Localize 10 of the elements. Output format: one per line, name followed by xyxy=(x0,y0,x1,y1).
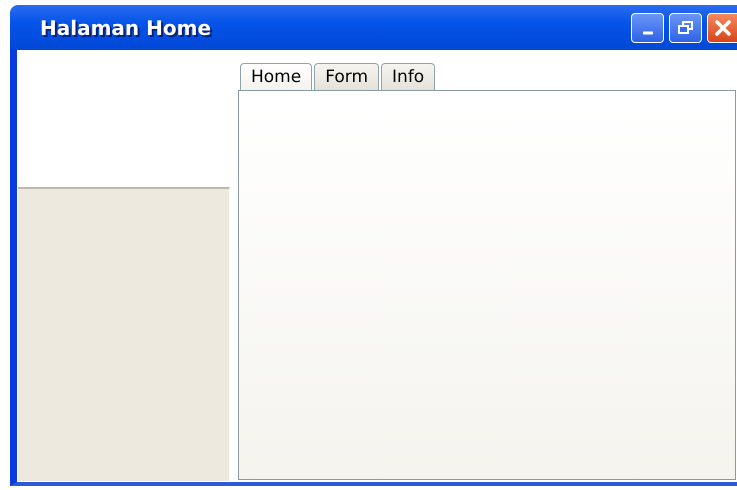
close-icon xyxy=(714,18,732,36)
close-button[interactable] xyxy=(707,12,737,42)
minimize-icon xyxy=(642,30,652,34)
minimize-button[interactable] xyxy=(631,12,664,42)
tab[interactable]: Home xyxy=(240,63,312,90)
restore-icon xyxy=(676,20,694,36)
window-title: Halaman Home xyxy=(40,16,212,40)
tab[interactable]: Info xyxy=(381,63,436,90)
restore-button[interactable] xyxy=(669,12,702,42)
tab[interactable]: Form xyxy=(314,63,380,90)
